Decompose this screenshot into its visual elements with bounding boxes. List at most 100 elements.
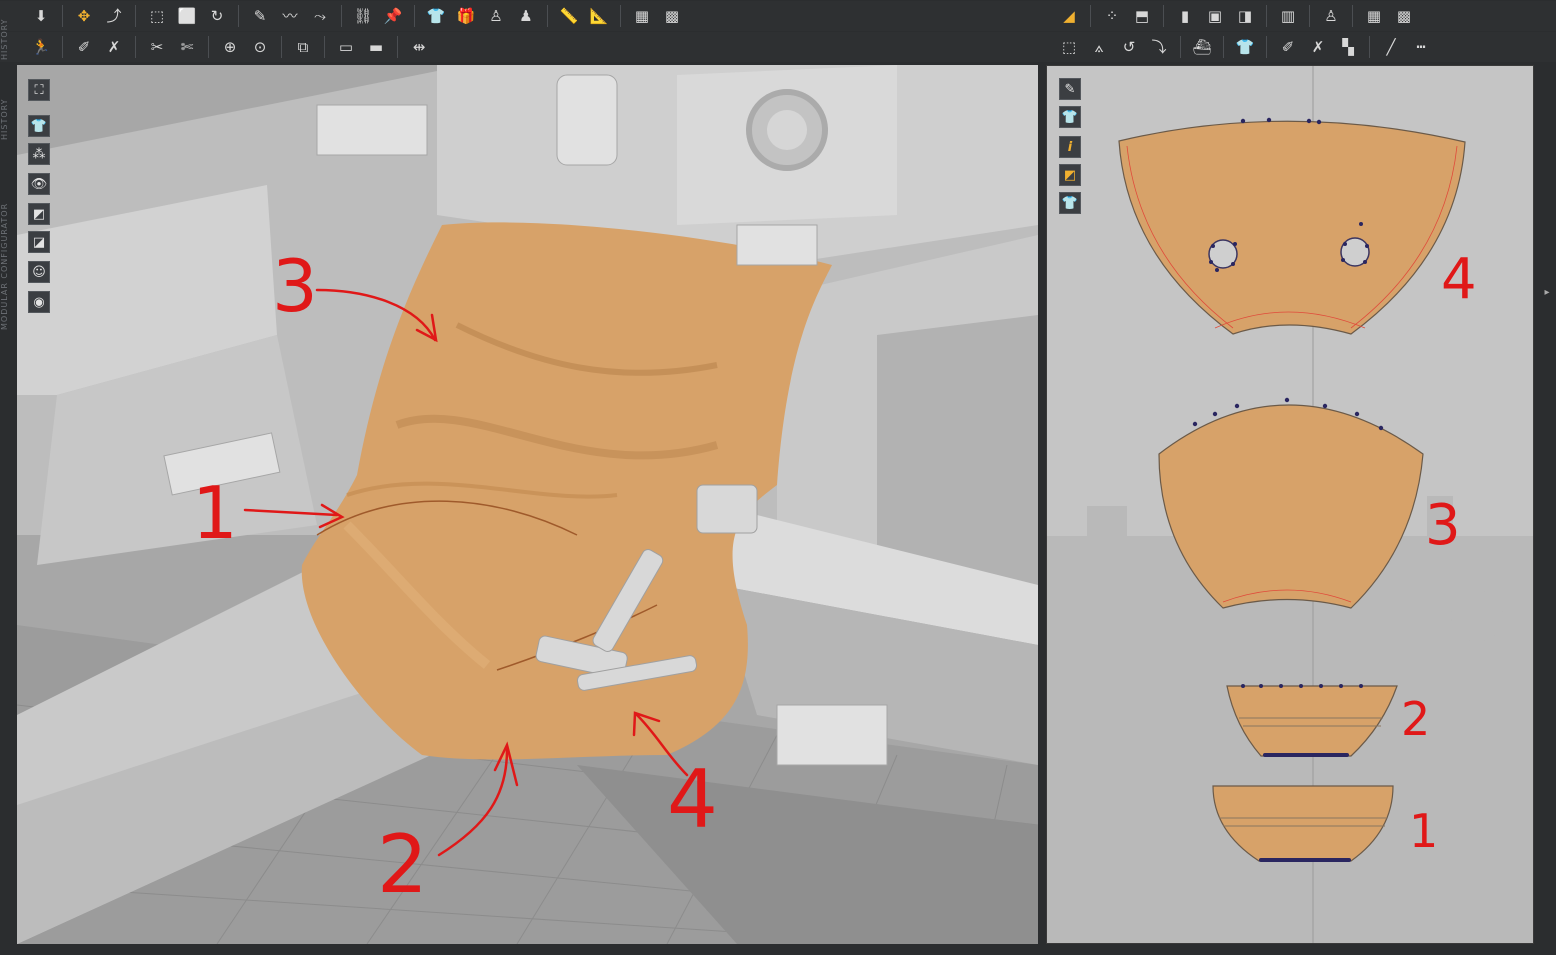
edit-point-tool-button[interactable]: ⁘ — [1099, 3, 1125, 29]
button-tool-button[interactable]: ⊕ — [217, 34, 243, 60]
iron-tool-button[interactable]: ⛴ — [1189, 34, 1215, 60]
down-arrow-tool-button[interactable]: ⬇ — [28, 3, 54, 29]
2d-shirt-button[interactable]: 👕 — [1059, 106, 1081, 128]
select-move-tool-button[interactable]: ✥ — [71, 3, 97, 29]
select-point-tool-button[interactable]: ⤴ — [101, 3, 127, 29]
select-move-icon: ✥ — [77, 6, 91, 25]
main-toolbar-row-1: ⬇ ✥ ⤴ ⬚ ⬜ ↻ ✎ 〰 ⤳ ⛓ 📌 👕 🎁 ♙ ♟ 📏 📐 ▦ ▩ ◢ ⁘ ⬒ ▮ ▣ ◨ ▥ ♙ ▦ ▩ — [0, 1, 1556, 31]
toolbar-separator — [1223, 36, 1224, 58]
brush-cross-tool-button[interactable]: ✗ — [101, 34, 127, 60]
toolbar-separator — [62, 36, 63, 58]
dashed-line-tool-button[interactable]: ┅ — [1408, 34, 1434, 60]
shirt-cross-tool-button[interactable]: ✗ — [1305, 34, 1331, 60]
buttonhole-icon: ⊙ — [253, 37, 267, 56]
transform-pattern-tool-button[interactable]: ⬚ — [144, 3, 170, 29]
toolbar-separator — [1180, 36, 1181, 58]
tape-tool-button[interactable]: ⛓ — [350, 3, 376, 29]
2d-pattern-viewport[interactable]: ✎ 👕 i ◩ 👕 4 3 2 1 — [1046, 65, 1534, 944]
rotate-pattern-tool-button[interactable]: ↻ — [204, 3, 230, 29]
pen-icon: ✎ — [253, 6, 267, 25]
checker-tool-button[interactable]: ▚ — [1335, 34, 1361, 60]
edit-pattern-icon: ◢ — [1063, 6, 1075, 25]
grid-tool-button[interactable]: ▦ — [1361, 3, 1387, 29]
rotate-point-tool-button[interactable]: ↺ — [1116, 34, 1142, 60]
curve-tool-button[interactable]: 〰 — [277, 3, 303, 29]
fold-arrangement-tool-button[interactable]: ⤵ — [1146, 34, 1172, 60]
side-tab-history-top[interactable]: HISTORY — [0, 4, 12, 60]
side-tab-history[interactable]: HISTORY — [0, 80, 12, 140]
rectangle-tool-button[interactable]: ▮ — [1172, 3, 1198, 29]
seam-icon: ✂ — [150, 37, 164, 56]
toolbar-separator — [341, 5, 342, 27]
transform-pattern-tool-button[interactable]: ⬚ — [1056, 34, 1082, 60]
brush-tool-button[interactable]: ✐ — [1275, 34, 1301, 60]
grid-plus-tool-button[interactable]: ▩ — [659, 3, 685, 29]
transform-box-tool-button[interactable]: ⬜ — [174, 3, 200, 29]
grid-plus-tool-button[interactable]: ▩ — [1391, 3, 1417, 29]
edit-point-icon: ⁘ — [1105, 6, 1119, 25]
transform-box-icon: ⬜ — [177, 6, 197, 25]
trace-tool-button[interactable]: ◨ — [1232, 3, 1258, 29]
grid-tool-button[interactable]: ▦ — [629, 3, 655, 29]
pattern-piece-4[interactable] — [1118, 120, 1466, 335]
plane-alt-icon: ▬ — [368, 37, 384, 56]
toolbar-separator — [1163, 5, 1164, 27]
measure-tool-button[interactable]: 📏 — [556, 3, 582, 29]
line-icon: ╱ — [1386, 37, 1396, 56]
toolbar-separator — [62, 5, 63, 27]
plane-tool-button[interactable]: ▭ — [333, 34, 359, 60]
zipper-tool-button[interactable]: ⧉ — [290, 34, 316, 60]
grid-plus-icon: ▩ — [1396, 6, 1412, 25]
annotation-label-3: 3 — [272, 244, 318, 328]
avatar-tool-button[interactable]: ♙ — [483, 3, 509, 29]
polygon-tool-button[interactable]: ⬒ — [1129, 3, 1155, 29]
annotation-2d-label-3: 3 — [1425, 493, 1461, 558]
pin-tool-button[interactable]: 📌 — [380, 3, 406, 29]
iron-icon: ⛴ — [1192, 37, 1212, 56]
dart-icon: ⟑ — [1094, 37, 1104, 56]
panel-collapse-arrow-icon[interactable]: ▸ — [1540, 285, 1554, 299]
2d-shirt-ghost-button[interactable]: 👕 — [1059, 192, 1081, 214]
select-point-icon: ⤴ — [106, 6, 122, 25]
3d-viewport[interactable]: ⛶ 👕 ⁂ 👁 ◩ ◪ ☺ ◉ 1 2 3 4 — [17, 65, 1038, 944]
2d-fabric-button[interactable]: ◩ — [1059, 164, 1081, 186]
toolbar-separator — [1090, 5, 1091, 27]
line-tool-button[interactable]: ╱ — [1378, 34, 1404, 60]
arrow-1-head — [318, 503, 345, 529]
2d-info-button[interactable]: i — [1059, 136, 1081, 158]
curve-icon: 〰 — [282, 6, 298, 25]
side-tab-modular-configurator[interactable]: MODULAR CONFIGURATOR — [0, 170, 12, 330]
add-arrows-tool-button[interactable]: ⇹ — [406, 34, 432, 60]
2d-brush-button[interactable]: ✎ — [1059, 78, 1081, 100]
seam-tool-button[interactable]: ✂ — [144, 34, 170, 60]
dart-tool-button[interactable]: ⟑ — [1086, 34, 1112, 60]
shirt-tool-button[interactable]: 👕 — [423, 3, 449, 29]
grid-icon: ▦ — [634, 6, 650, 25]
edit-pattern-tool-button[interactable]: ◢ — [1056, 3, 1082, 29]
transform-pattern-icon: ⬚ — [149, 6, 165, 25]
pen-tool-button[interactable]: ✎ — [247, 3, 273, 29]
gift-tool-button[interactable]: 🎁 — [453, 3, 479, 29]
brush-tool-button[interactable]: ✐ — [71, 34, 97, 60]
shirt-arrow-tool-button[interactable]: 👕 — [1232, 34, 1258, 60]
columns-tool-button[interactable]: ▥ — [1275, 3, 1301, 29]
toolbar-separator — [1352, 5, 1353, 27]
avatar-pose-tool-button[interactable]: ♟ — [513, 3, 539, 29]
grid-icon: ▦ — [1366, 6, 1382, 25]
toolbar-2d-secondary: ⬚ ⟑ ↺ ⤵ ⛴ 👕 ✐ ✗ ▚ ╱ ┅ — [1040, 34, 1436, 60]
annotation-2d-label-4: 4 — [1441, 247, 1477, 312]
down-arrow-icon: ⬇ — [34, 6, 48, 25]
figure-tool-button[interactable]: ♙ — [1318, 3, 1344, 29]
fold-icon: ⤳ — [313, 6, 326, 25]
trace-icon: ◨ — [1237, 6, 1253, 25]
ruler-tool-button[interactable]: 📐 — [586, 3, 612, 29]
seam-cross-tool-button[interactable]: ✄ — [174, 34, 200, 60]
annotation-arrows-3d — [243, 288, 689, 857]
frame-tool-button[interactable]: ▣ — [1202, 3, 1228, 29]
fold-tool-button[interactable]: ⤳ — [307, 3, 333, 29]
brush-cross-icon: ✗ — [107, 37, 121, 56]
buttonhole-tool-button[interactable]: ⊙ — [247, 34, 273, 60]
plane-icon: ▭ — [338, 37, 354, 56]
simulate-tool-button[interactable]: 🏃 — [28, 34, 54, 60]
plane-alt-tool-button[interactable]: ▬ — [363, 34, 389, 60]
